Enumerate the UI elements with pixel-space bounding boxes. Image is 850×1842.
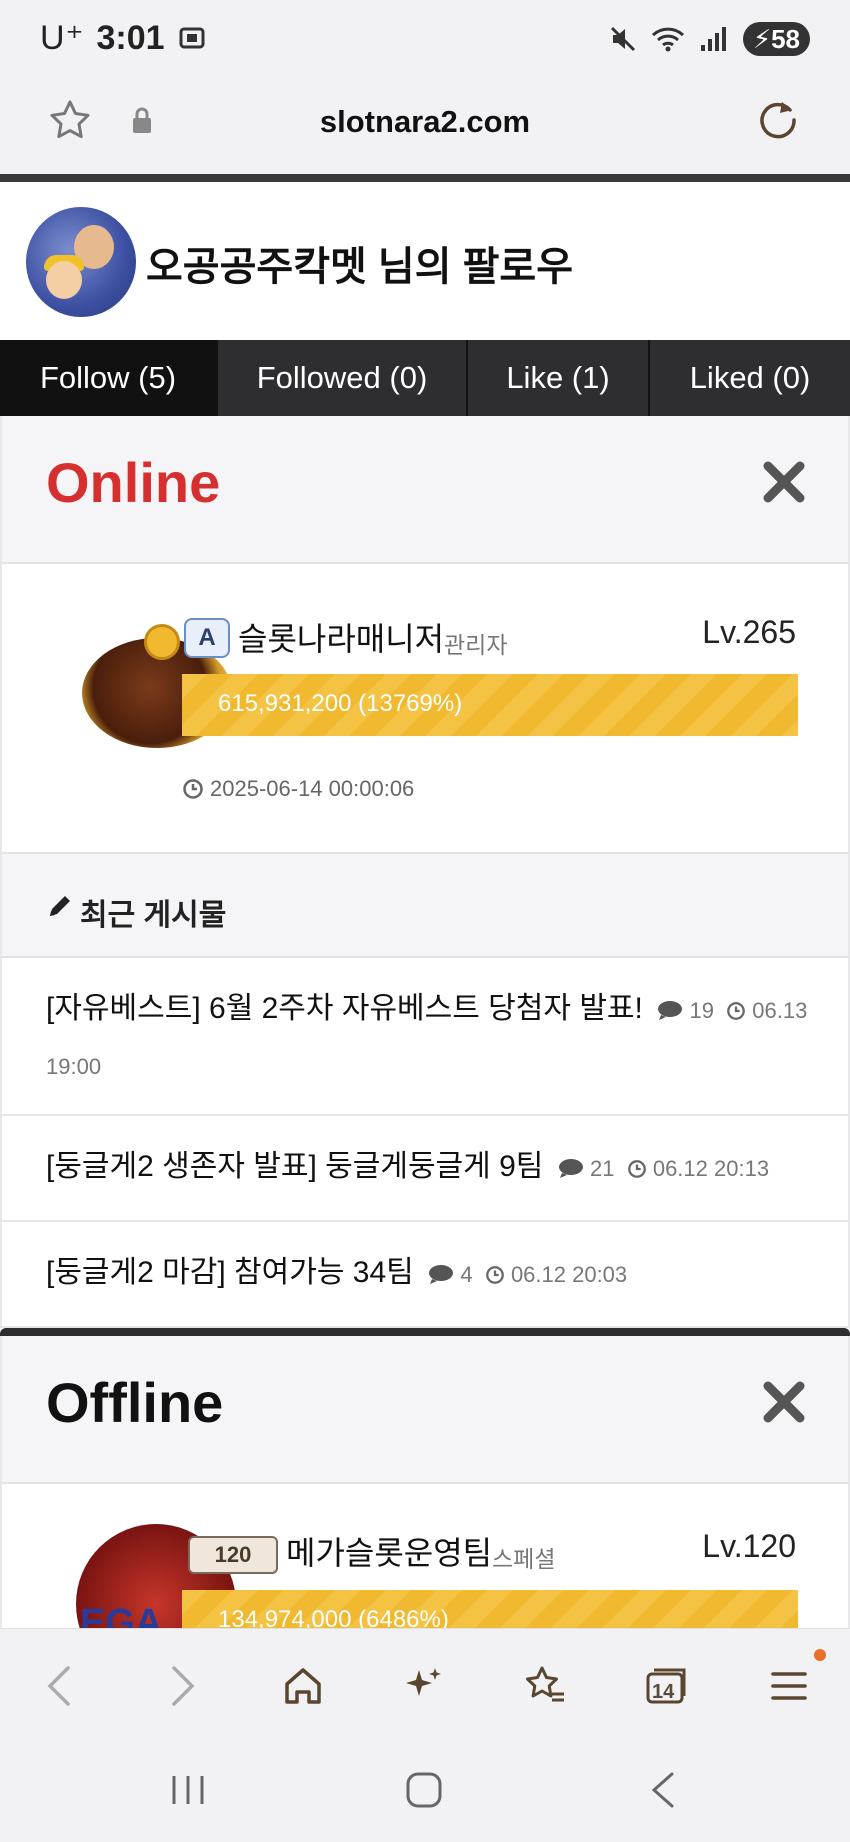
system-navigation-bar: [0, 1738, 850, 1842]
post-title[interactable]: [둥글게2 생존자 발표] 둥글게둥글게 9팀: [46, 1150, 543, 1183]
online-section-header: Online: [0, 416, 850, 564]
tabs-count: 14: [652, 1681, 675, 1703]
offline-section-header: Offline: [0, 1336, 850, 1484]
ai-button[interactable]: [396, 1659, 450, 1713]
status-bar: U⁺ 3:01 ⚡ 58: [0, 0, 850, 78]
level-badge-text: 120: [214, 1542, 252, 1567]
mute-icon: [610, 26, 635, 52]
chevron-right-icon: [172, 1666, 195, 1706]
follow-tabs: Follow (5) Followed (0) Like (1) Liked (…: [0, 340, 850, 416]
post-item[interactable]: [자유베스트] 6월 2주차 자유베스트 당첨자 발표! 19 06.13 19…: [0, 958, 850, 1116]
tab-follow[interactable]: Follow (5): [0, 340, 218, 416]
pencil-icon: [50, 896, 70, 916]
xp-text: 134,974,000 (6486%): [218, 1606, 449, 1628]
status-right: ⚡ 58: [609, 22, 810, 56]
home-button[interactable]: [276, 1659, 330, 1713]
comment-icon: [429, 1265, 454, 1284]
tabs-button[interactable]: 14: [640, 1659, 694, 1713]
recent-posts-header: 최근 게시물: [0, 852, 850, 958]
recent-posts-title: 최근 게시물: [80, 899, 227, 932]
browser-address-bar: slotnara2.com: [0, 78, 850, 174]
screenshot-icon: [179, 27, 205, 49]
member-level: Lv.120: [702, 1528, 796, 1564]
last-seen-date: 2025-06-14 00:00:06: [210, 776, 415, 801]
admin-badge-letter: A: [198, 624, 216, 651]
bolt-icon: ⚡: [752, 23, 772, 54]
avatar-coin: [144, 624, 180, 660]
member-last-seen: 2025-06-14 00:00:06: [182, 776, 414, 802]
recent-apps-icon[interactable]: [168, 1772, 208, 1808]
status-left: U⁺ 3:01: [40, 18, 207, 58]
tab-followed[interactable]: Followed (0): [218, 340, 468, 416]
post-item[interactable]: [둥글게2 마감] 참여가능 34팀 4 06.12 20:03: [0, 1222, 850, 1328]
avatar-logo-text: EGA: [80, 1602, 163, 1628]
offline-title: Offline: [46, 1371, 224, 1434]
post-date: 06.12 20:03: [510, 1262, 628, 1287]
post-title[interactable]: [자유베스트] 6월 2주차 자유베스트 당첨자 발표!: [46, 992, 643, 1025]
home-circle-icon[interactable]: [404, 1770, 444, 1810]
post-meta: 4 06.12 20:03: [422, 1262, 627, 1287]
member-level: Lv.265: [702, 614, 796, 650]
xp-text: 615,931,200 (13769%): [218, 690, 463, 717]
bookmark-list-icon: [526, 1666, 564, 1702]
post-meta: 21 06.12 20:13: [552, 1156, 769, 1181]
menu-button[interactable]: [762, 1659, 816, 1713]
member-name[interactable]: 슬롯나라매니저: [238, 614, 444, 660]
close-icon[interactable]: [762, 1380, 806, 1424]
browser-toolbar: 14: [0, 1628, 850, 1738]
admin-badge: A: [184, 618, 230, 658]
url-text[interactable]: slotnara2.com: [0, 104, 850, 140]
comment-count: 21: [589, 1156, 615, 1181]
back-button[interactable]: [32, 1659, 86, 1713]
comment-icon: [558, 1159, 583, 1178]
member-role: 스페셜: [492, 1546, 556, 1572]
profile-header: 오공공주칵멧 님의 팔로우: [0, 182, 850, 340]
level-badge: 120: [188, 1536, 278, 1574]
clock-icon: [627, 1160, 646, 1178]
online-title: Online: [46, 451, 221, 514]
battery-level: 58: [771, 23, 800, 54]
comment-count: 4: [460, 1262, 473, 1287]
page-title: 오공공주칵멧 님의 팔로우: [146, 245, 574, 289]
home-icon: [285, 1668, 321, 1704]
section-divider: [0, 1328, 850, 1336]
comment-count: 19: [689, 998, 714, 1023]
wifi-icon: [651, 27, 684, 52]
reload-icon[interactable]: [756, 98, 800, 142]
clock-icon: [727, 1002, 746, 1020]
avatar-figure-2: [46, 261, 82, 299]
signal-icon: [700, 27, 726, 51]
clock-icon: [485, 1266, 504, 1284]
post-date: 06.12 20:13: [652, 1156, 770, 1181]
online-member-card: A 슬롯나라매니저 관리자 Lv.265 615,931,200 (13769%…: [0, 564, 850, 854]
clock: 3:01: [96, 18, 165, 57]
xp-bar: 615,931,200 (13769%): [182, 674, 798, 736]
chevron-left-icon: [47, 1666, 70, 1706]
back-nav-icon[interactable]: [648, 1770, 678, 1810]
xp-bar: 134,974,000 (6486%): [182, 1590, 798, 1628]
comment-icon: [658, 1001, 683, 1020]
page-top-border: [0, 174, 850, 182]
member-name[interactable]: 메가슬롯운영팀: [286, 1528, 492, 1574]
clock-icon: [183, 779, 203, 799]
bookmarks-button[interactable]: [518, 1659, 572, 1713]
avatar[interactable]: [26, 207, 136, 317]
tab-liked[interactable]: Liked (0): [650, 340, 850, 416]
forward-button[interactable]: [156, 1659, 210, 1713]
post-meta: 19: [651, 998, 752, 1023]
close-icon[interactable]: [762, 460, 806, 504]
member-role: 관리자: [444, 632, 508, 658]
notification-dot: [814, 1649, 826, 1661]
hamburger-menu-icon: [771, 1672, 807, 1700]
post-item[interactable]: [둥글게2 생존자 발표] 둥글게둥글게 9팀 21 06.12 20:13: [0, 1116, 850, 1222]
battery-indicator: ⚡ 58: [742, 22, 810, 56]
post-title[interactable]: [둥글게2 마감] 참여가능 34팀: [46, 1256, 414, 1289]
carrier-label: U⁺: [40, 19, 85, 57]
tab-like[interactable]: Like (1): [468, 340, 650, 416]
sparkle-icon: [406, 1668, 441, 1696]
offline-member-card: EGA 120 메가슬롯운영팀 스페셜 Lv.120 134,974,000 (…: [0, 1484, 850, 1628]
